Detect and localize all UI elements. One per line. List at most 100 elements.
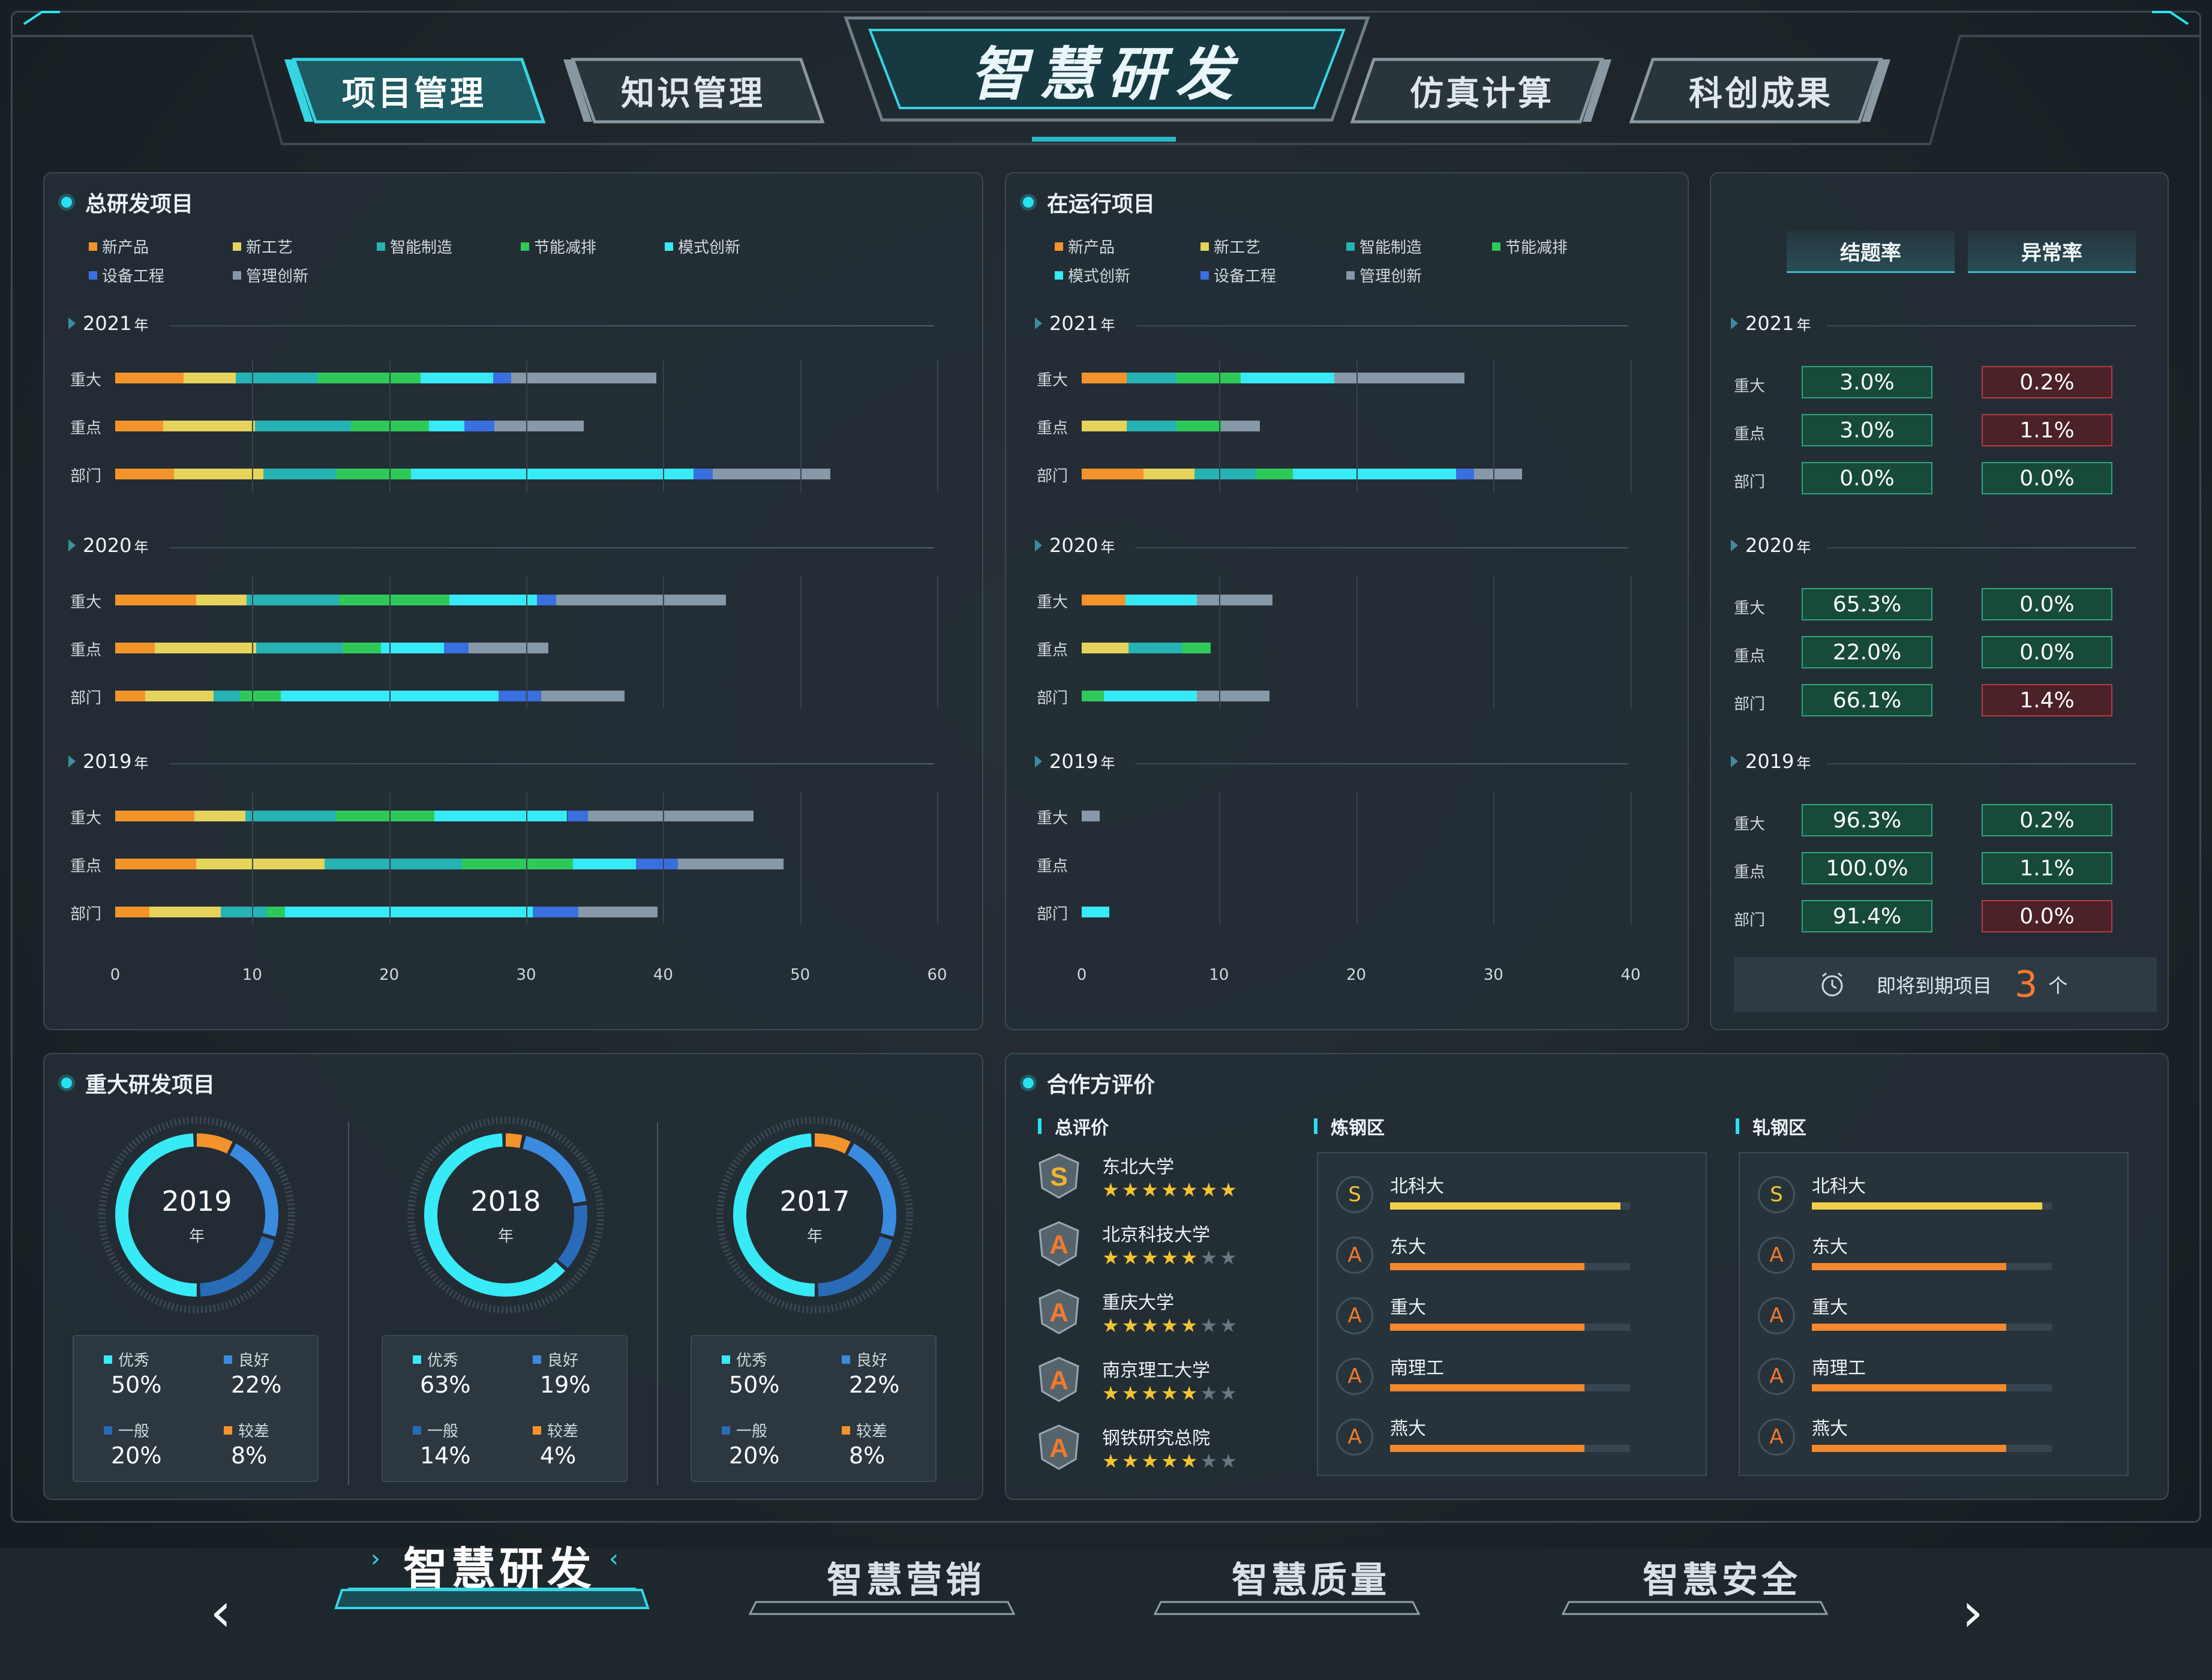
- donut-year: 2018: [470, 1185, 541, 1217]
- dashboard: { "header": { "title": "智慧研发", "tabs": […: [0, 0, 2212, 1680]
- bottom-nav-quality[interactable]: 智慧质量: [1232, 1551, 1390, 1603]
- legend-item: 模式创新: [665, 235, 740, 257]
- chevron-right-icon[interactable]: ›: [1962, 1581, 1983, 1644]
- grade-circle-icon: A: [1758, 1237, 1795, 1274]
- section-marker: [1736, 1118, 1739, 1134]
- bar-segment: [1082, 811, 1100, 821]
- grade-stat: 良好 19%: [533, 1348, 641, 1398]
- bar-segment: [1334, 373, 1465, 383]
- bar-segment: [1128, 643, 1182, 653]
- grade-value: 22%: [849, 1372, 900, 1398]
- bar-segment: [1127, 421, 1176, 431]
- star-icon: ★: [1200, 1178, 1220, 1201]
- score-bar: [1390, 1202, 1620, 1210]
- grade-badge-icon: A: [1035, 1288, 1083, 1336]
- zone-row: A 重大: [1758, 1292, 2094, 1340]
- year-header: 2021 年: [1035, 312, 1115, 335]
- completion-rate: 22.0%: [1802, 636, 1932, 668]
- grade-circle-icon: A: [1758, 1418, 1795, 1456]
- star-icon: ★: [1161, 1450, 1181, 1472]
- tab-simulation[interactable]: 仿真计算: [1350, 57, 1614, 124]
- bar-segment: [194, 811, 245, 821]
- x-tick-label: 10: [1209, 966, 1229, 984]
- abnormal-rate: 0.2%: [1982, 366, 2112, 398]
- bar-segment: [1176, 373, 1241, 383]
- year-divider: [169, 325, 934, 326]
- grid-line: [800, 360, 802, 492]
- grid-line: [663, 792, 665, 924]
- bar-segment: [1181, 643, 1211, 653]
- partner-name: 重庆大学: [1102, 1292, 1174, 1313]
- bottom-nav-safety[interactable]: 智慧安全: [1643, 1551, 1801, 1603]
- bar-segment: [1103, 691, 1197, 701]
- bar-segment: [220, 907, 268, 917]
- bar-segment: [1082, 643, 1128, 653]
- row-label: 部门: [70, 905, 102, 923]
- row-label: 重点: [70, 857, 102, 875]
- star-icon: ★: [1180, 1178, 1200, 1201]
- bar-segment: [115, 859, 196, 869]
- bar-segment: [1456, 469, 1475, 479]
- panel-title: 在运行项目: [1023, 187, 1155, 218]
- grade-label-text: 优秀: [118, 1352, 150, 1370]
- grade-value: 63%: [420, 1372, 471, 1398]
- x-tick-label: 20: [379, 966, 400, 984]
- year-label: 2020: [1745, 534, 1794, 557]
- triangle-icon: [1731, 317, 1738, 329]
- abnormal-rate: 1.4%: [1982, 684, 2112, 716]
- section-marker: [1038, 1118, 1042, 1134]
- expiring-label: 即将到期项目: [1877, 974, 1992, 997]
- tab-project-management[interactable]: 项目管理: [282, 57, 546, 124]
- grid-line: [252, 792, 254, 924]
- bar-segment: [196, 859, 325, 869]
- star-icon: ★: [1141, 1178, 1161, 1201]
- grade-stat: 较差 8%: [842, 1419, 950, 1469]
- grade-badge-icon: A: [1035, 1355, 1083, 1403]
- overall-eval-item: A 重庆大学 ★★★★★★★: [1035, 1288, 1293, 1348]
- bar-segment: [493, 373, 511, 383]
- bar-segment: [115, 421, 163, 431]
- chevron-left-icon[interactable]: ‹: [210, 1581, 232, 1644]
- bottom-nav-marketing[interactable]: 智慧营销: [827, 1551, 985, 1603]
- legend-swatch: [89, 271, 97, 280]
- bar-segment: [421, 373, 494, 383]
- grade-value: 8%: [849, 1442, 886, 1469]
- star-icon: ★: [1220, 1246, 1239, 1269]
- grade-stat: 一般 20%: [104, 1419, 212, 1469]
- bar-segment: [184, 373, 236, 383]
- year-header: 2019 年: [68, 750, 148, 773]
- grade-swatch: [533, 1355, 541, 1364]
- score-bar: [1812, 1384, 2006, 1391]
- grade-label-text: 优秀: [736, 1352, 768, 1370]
- legend-swatch: [89, 242, 97, 251]
- bar-segment: [235, 373, 318, 383]
- bar-segment: [174, 469, 263, 479]
- row-label: 部门: [1734, 473, 1766, 491]
- zone-row: A 重大: [1336, 1292, 1672, 1340]
- star-icon: ★: [1121, 1246, 1142, 1269]
- grade-stat: 良好 22%: [224, 1348, 332, 1398]
- year-header: 2020 年: [1035, 534, 1115, 557]
- zone-row: A 燕大: [1336, 1414, 1672, 1462]
- tab-knowledge-management[interactable]: 知识管理: [561, 57, 825, 124]
- bottom-nav-rnd[interactable]: 智慧研发: [403, 1533, 595, 1597]
- row-label: 重点: [1734, 425, 1766, 443]
- triangle-icon: [68, 755, 76, 767]
- completion-rate: 91.4%: [1802, 900, 1932, 932]
- year-suffix: 年: [1796, 754, 1811, 772]
- grade-badge-icon: A: [1035, 1220, 1083, 1268]
- star-icon: ★: [1141, 1246, 1161, 1269]
- grid-line: [1631, 360, 1632, 492]
- grade-circle-icon: A: [1336, 1237, 1373, 1274]
- bar-segment: [263, 469, 336, 479]
- legend-item: 新产品: [1055, 235, 1115, 257]
- star-icon: ★: [1102, 1178, 1122, 1201]
- legend-item: 设备工程: [1200, 264, 1276, 286]
- donut-year: 2019: [161, 1185, 232, 1217]
- star-icon: ★: [1161, 1314, 1181, 1337]
- expiring-projects[interactable]: 即将到期项目 3 个: [1734, 957, 2157, 1012]
- bar-segment: [267, 907, 286, 917]
- tab-innovation-results[interactable]: 科创成果: [1629, 57, 1893, 124]
- star-icon: ★: [1141, 1450, 1161, 1472]
- grade-label-text: 一般: [118, 1423, 150, 1441]
